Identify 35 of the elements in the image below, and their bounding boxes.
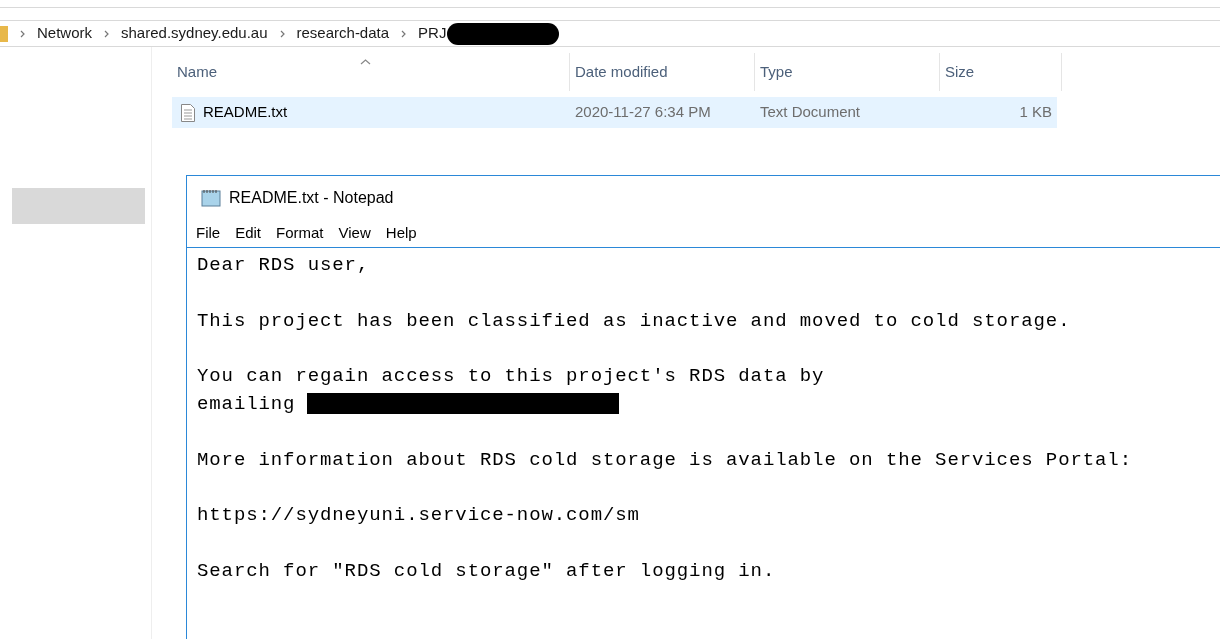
chevron-right-icon — [401, 29, 407, 38]
notepad-icon — [201, 189, 221, 207]
column-header[interactable]: Date modified — [570, 53, 755, 91]
breadcrumb-item[interactable]: shared.sydney.edu.au — [121, 22, 268, 45]
menu-item[interactable]: View — [338, 222, 371, 245]
text-line: https://sydneyuni.service-now.com/sm — [197, 504, 640, 527]
file-name: README.txt — [203, 102, 288, 123]
size-cell-text: 1 KB — [1018, 102, 1052, 123]
chevron-right-icon — [104, 29, 109, 38]
menu-item[interactable]: File — [196, 222, 221, 245]
menu-item[interactable]: Edit — [235, 222, 262, 245]
chevron-right-icon — [20, 29, 25, 38]
type-cell-text: Text Document — [759, 102, 862, 123]
menu-item[interactable]: Format — [276, 222, 324, 245]
date-modified-cell-text: 2020-11-27 6:34 PM — [574, 102, 712, 123]
text-line: You can regain access to this project's RDS data by — [197, 365, 825, 388]
chevron-right-icon — [279, 29, 285, 38]
sort-caret-icon — [360, 59, 371, 65]
address-bar[interactable]: Network shared.sydney.edu.au research-data PRJ — [0, 20, 1220, 47]
column-header[interactable]: Type — [755, 53, 940, 91]
breadcrumb-item[interactable]: PRJ — [418, 22, 447, 45]
folder-icon — [0, 23, 8, 44]
text-file-icon — [181, 103, 195, 122]
text-line: Search for "RDS cold storage" after logging in. — [197, 559, 776, 582]
column-header[interactable]: Size — [940, 53, 1062, 91]
text-line: This project has been classified as inactive and moved to cold storage. — [197, 309, 1071, 332]
column-header[interactable]: Name — [172, 53, 570, 91]
window-title: README.txt - Notepad — [229, 188, 394, 208]
text-line: Dear RDS user, — [197, 254, 370, 276]
text-line: More information about RDS cold storage is available on the Services Portal: — [197, 448, 1132, 471]
menu-item[interactable]: Help — [385, 222, 417, 245]
file-row[interactable]: README.txt 2020-11-27 6:34 PM Text Document 1 KB — [172, 97, 1057, 128]
breadcrumb-item[interactable]: Network — [37, 22, 92, 45]
text-line: emailing — [197, 393, 296, 415]
breadcrumb-item[interactable]: research-data — [296, 22, 390, 45]
